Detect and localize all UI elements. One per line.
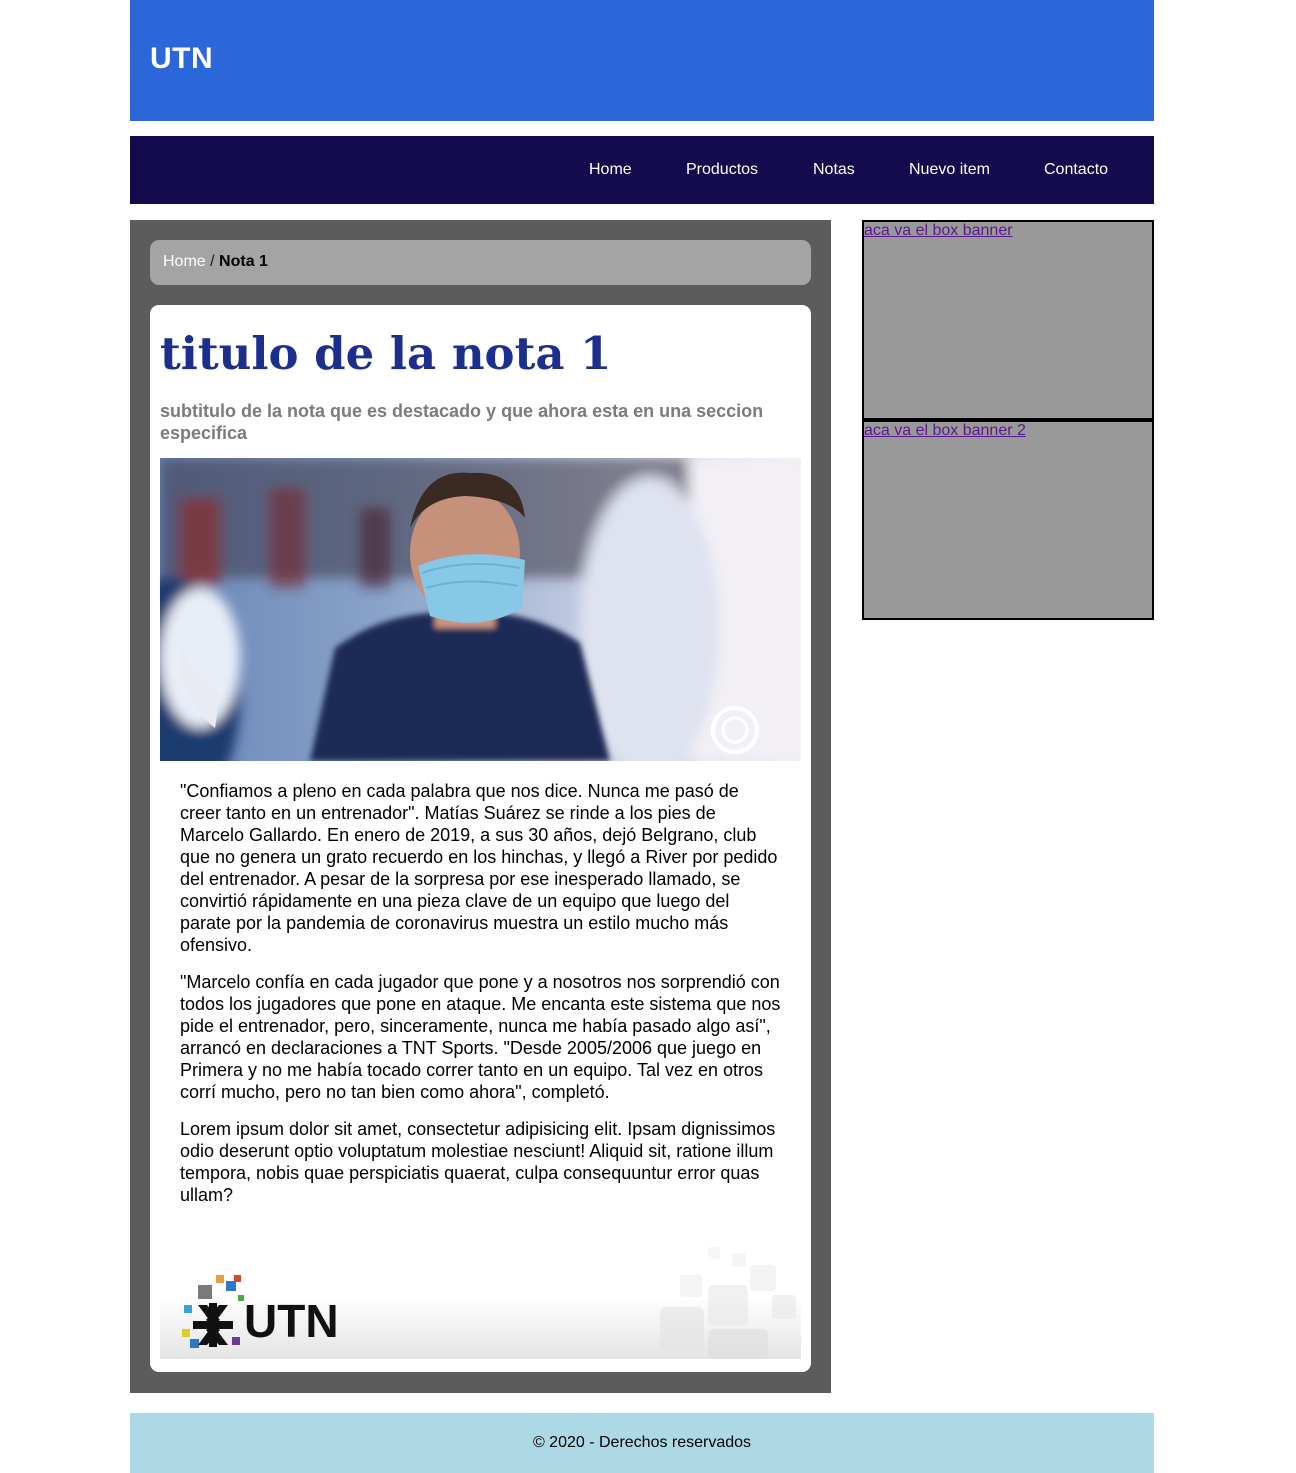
article-title: titulo de la nota 1: [160, 327, 612, 380]
site-footer: © 2020 - Derechos reservados: [130, 1413, 1154, 1473]
breadcrumb-separator: /: [205, 253, 220, 270]
utn-logo-text: UTN: [244, 1295, 339, 1347]
breadcrumb-current: Nota 1: [219, 253, 268, 270]
box-banner-2-link[interactable]: aca va el box banner 2: [864, 422, 1026, 440]
article-paragraph: Lorem ipsum dolor sit amet, consectetur …: [180, 1119, 776, 1205]
breadcrumb: Home / Nota 1: [150, 240, 811, 285]
nav-item-notas[interactable]: Notas: [813, 161, 855, 179]
article-subtitle: subtitulo de la nota que es destacado y …: [160, 401, 764, 443]
article-photo: [160, 458, 801, 761]
article-paragraph: "Confiamos a pleno en cada palabra que n…: [180, 781, 778, 955]
article-body: "Confiamos a pleno en cada palabra que n…: [180, 780, 781, 1221]
breadcrumb-home-link[interactable]: Home: [163, 253, 206, 270]
box-banner-1: aca va el box banner: [862, 220, 1154, 420]
box-banner-2: aca va el box banner 2: [862, 420, 1154, 620]
nav-item-contacto[interactable]: Contacto: [1044, 161, 1108, 179]
article-card: titulo de la nota 1 subtitulo de la nota…: [150, 305, 811, 1372]
main-nav: Home Productos Notas Nuevo item Contacto: [130, 136, 1154, 204]
utn-logo-banner: UTN: [160, 1245, 801, 1359]
box-banner-1-link[interactable]: aca va el box banner: [864, 222, 1013, 240]
main-content: Home / Nota 1 titulo de la nota 1 subtit…: [130, 220, 831, 1393]
nav-item-home[interactable]: Home: [589, 161, 632, 179]
site-header: UTN: [130, 0, 1154, 121]
site-brand[interactable]: UTN: [150, 42, 213, 76]
nav-item-nuevo-item[interactable]: Nuevo item: [909, 161, 990, 179]
nav-item-productos[interactable]: Productos: [686, 161, 758, 179]
article-paragraph: "Marcelo confía en cada jugador que pone…: [180, 972, 781, 1102]
